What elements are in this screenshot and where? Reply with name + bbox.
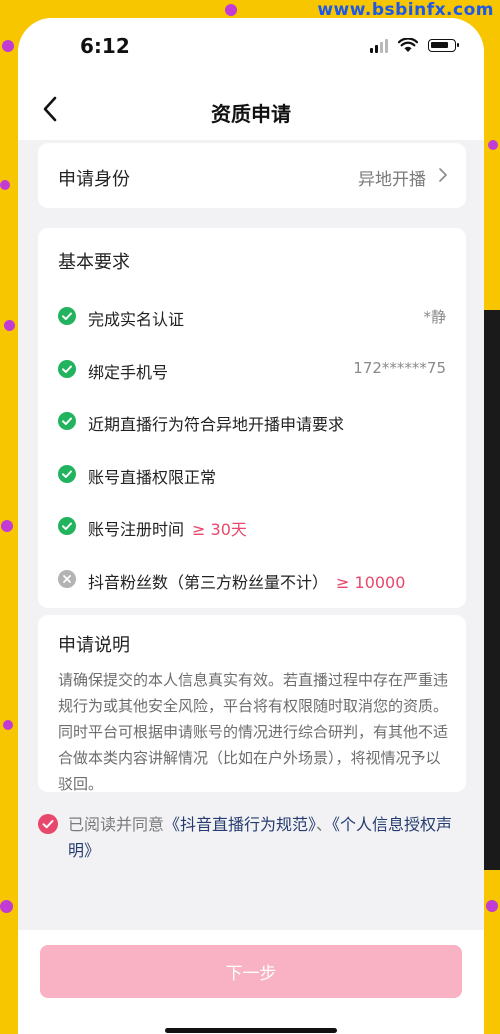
agreement-separator: 、 xyxy=(316,815,333,834)
identity-label: 申请身份 xyxy=(58,169,130,190)
wifi-icon xyxy=(398,38,418,52)
identity-value: 异地开播 xyxy=(358,170,426,190)
backdrop-dot xyxy=(3,720,13,730)
requirement-item: 抖音粉丝数（第三方粉丝量不计） ≥ 10000 xyxy=(58,569,446,592)
description-text: 请确保提交的本人信息真实有效。若直播过程中存在严重违规行为或其他安全风险，平台将… xyxy=(58,671,449,793)
chevron-right-icon xyxy=(439,168,447,182)
watermark: www.bsbinfx.com xyxy=(317,0,494,20)
backdrop-dot xyxy=(488,140,498,150)
phone-screen: 6:12 资质申请 申请身份 异地开播 基本要求 完成实名认证 *静 绑定手机号… xyxy=(18,18,484,1034)
description-title: 申请说明 xyxy=(58,635,130,656)
live-conduct-rules-link[interactable]: 《抖音直播行为规范》 xyxy=(164,815,316,834)
status-icons xyxy=(370,38,459,53)
requirements-card: 基本要求 完成实名认证 *静 绑定手机号 172******75 近期直播行为符… xyxy=(38,228,466,608)
status-bar: 6:12 xyxy=(18,18,484,78)
requirement-label: 近期直播行为符合异地开播申请要求 xyxy=(88,415,345,434)
agreement-text: 已阅读并同意《抖音直播行为规范》、《个人信息授权声明》 xyxy=(68,812,464,864)
backdrop-dot xyxy=(1,520,13,532)
page-title: 资质申请 xyxy=(211,102,291,126)
requirement-item: 账号直播权限正常 xyxy=(58,464,446,487)
check-circle-icon xyxy=(58,517,76,535)
requirement-value: *静 xyxy=(423,308,446,326)
requirement-item: 近期直播行为符合异地开播申请要求 xyxy=(58,411,446,434)
requirement-label: 绑定手机号 xyxy=(88,363,169,382)
backdrop-dot xyxy=(486,900,498,912)
check-circle-icon xyxy=(58,412,76,430)
backdrop-dot xyxy=(2,40,14,52)
backdrop-dot xyxy=(0,180,10,190)
backdrop-dot xyxy=(4,320,15,331)
requirement-item: 绑定手机号 172******75 xyxy=(58,359,446,382)
backdrop-dot xyxy=(225,4,237,16)
cellular-signal-icon xyxy=(370,38,388,53)
requirement-item: 完成实名认证 *静 xyxy=(58,306,446,329)
requirement-label: 账号注册时间 ≥ 30天 xyxy=(88,520,247,539)
agreement-prefix: 已阅读并同意 xyxy=(68,815,165,834)
nav-bar: 资质申请 xyxy=(18,78,484,140)
status-time: 6:12 xyxy=(80,34,130,58)
next-step-button[interactable]: 下一步 xyxy=(40,945,462,998)
requirement-label: 完成实名认证 xyxy=(88,310,185,329)
bottom-bar: 下一步 xyxy=(18,930,484,1034)
backdrop-dot xyxy=(0,900,13,913)
check-circle-icon xyxy=(58,360,76,378)
battery-icon xyxy=(428,39,459,52)
requirements-title: 基本要求 xyxy=(58,252,130,273)
x-circle-icon xyxy=(58,570,76,588)
requirement-item: 账号注册时间 ≥ 30天 xyxy=(58,516,446,539)
check-circle-icon xyxy=(58,307,76,325)
backdrop-photo-edge xyxy=(484,310,500,870)
requirement-label: 抖音粉丝数（第三方粉丝量不计） ≥ 10000 xyxy=(88,573,406,592)
requirement-label: 账号直播权限正常 xyxy=(88,468,217,487)
identity-selector[interactable]: 申请身份 异地开播 xyxy=(38,143,466,208)
description-card: 申请说明 请确保提交的本人信息真实有效。若直播过程中存在严重违规行为或其他安全风… xyxy=(38,615,466,793)
requirement-value: 172******75 xyxy=(353,359,446,377)
check-circle-icon xyxy=(58,465,76,483)
home-indicator xyxy=(165,1028,337,1033)
agreement-checkbox[interactable] xyxy=(38,814,58,834)
